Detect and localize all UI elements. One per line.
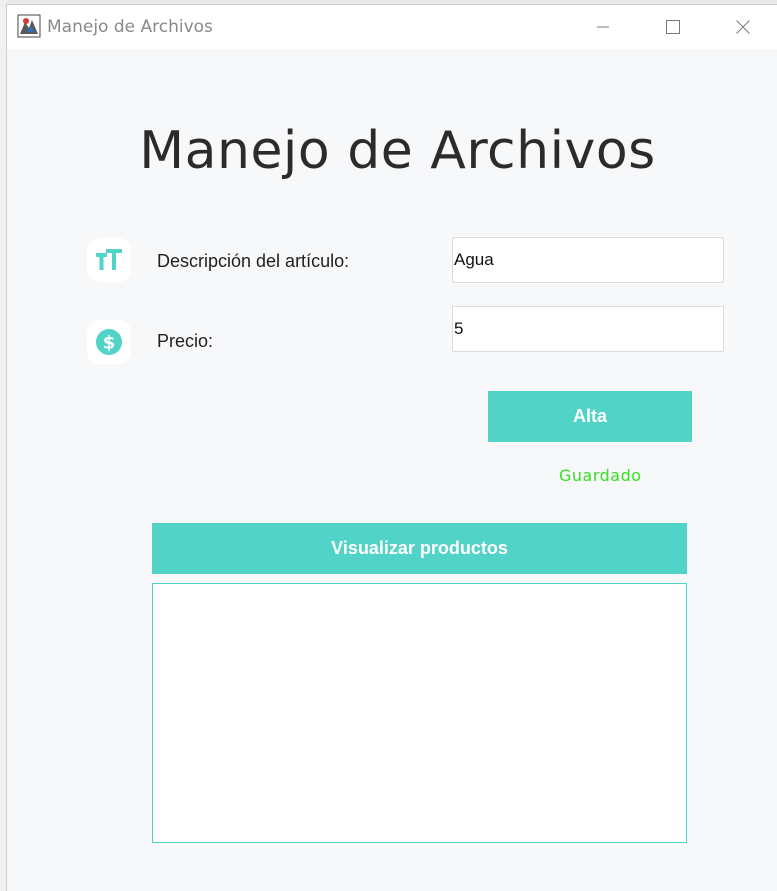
products-output-area[interactable]: [152, 583, 687, 843]
description-label: Descripción del artículo:: [157, 251, 350, 271]
close-button[interactable]: [708, 5, 777, 49]
title-bar[interactable]: Manejo de Archivos: [7, 5, 777, 49]
maximize-button[interactable]: [638, 5, 708, 49]
minimize-icon: [597, 26, 609, 28]
app-window: Manejo de Archivos Manejo de Archivos De…: [6, 4, 777, 891]
view-products-button[interactable]: Visualizar productos: [152, 523, 687, 574]
minimize-button[interactable]: [568, 5, 638, 49]
status-label: Guardado: [559, 466, 642, 485]
price-label: Precio:: [157, 331, 214, 351]
window-title: Manejo de Archivos: [47, 17, 213, 37]
add-button[interactable]: Alta: [488, 391, 692, 442]
close-icon: [736, 20, 750, 34]
text-size-icon: [87, 238, 131, 282]
page-title: Manejo de Archivos: [139, 121, 656, 181]
description-input[interactable]: [452, 237, 724, 283]
maximize-icon: [666, 20, 680, 34]
price-input[interactable]: [452, 306, 724, 352]
java-app-icon: [17, 14, 41, 38]
dollar-coin-icon: $: [87, 320, 131, 364]
svg-text:$: $: [103, 333, 116, 354]
